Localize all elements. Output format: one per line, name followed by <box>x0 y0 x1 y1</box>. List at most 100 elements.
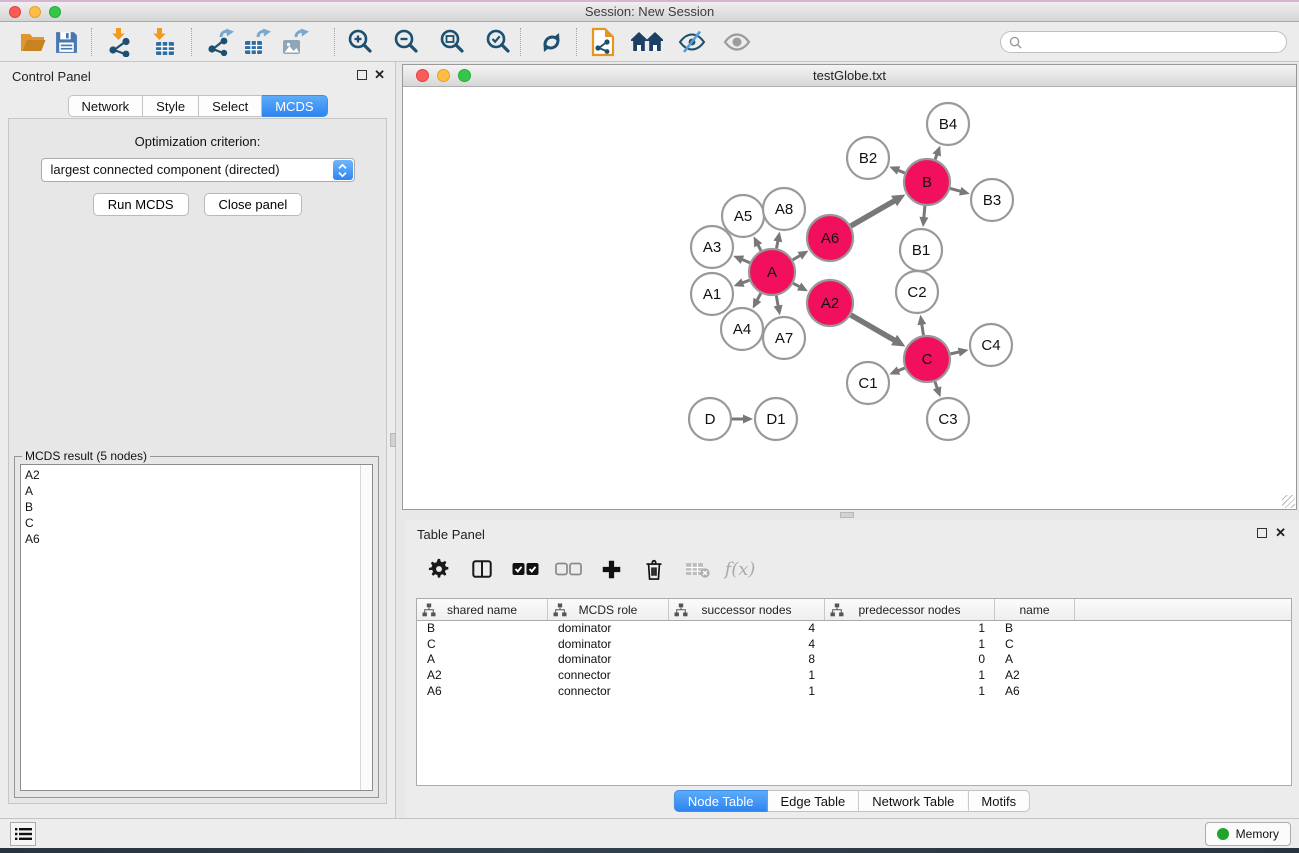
tab-mcds[interactable]: MCDS <box>262 95 327 117</box>
table-row[interactable]: A dominator 8 0 A <box>417 652 1291 668</box>
zoom-window-button[interactable] <box>49 6 61 18</box>
table-delete-column-button[interactable] <box>640 554 668 584</box>
eye-slash-icon <box>678 29 706 55</box>
close-table-panel-icon[interactable]: ✕ <box>1275 525 1286 541</box>
search-input[interactable] <box>1027 34 1278 50</box>
network-window-titlebar: testGlobe.txt <box>403 65 1296 87</box>
graph-edge-arrowhead <box>919 217 928 227</box>
criterion-selected-value: largest connected component (directed) <box>51 162 280 177</box>
export-image-button[interactable] <box>277 26 313 58</box>
zoom-selected-button[interactable] <box>480 26 516 58</box>
open-session-button[interactable] <box>15 26 51 58</box>
toolbar-separator <box>191 28 192 56</box>
graph-node-label: C4 <box>981 337 1000 354</box>
network-document-icon <box>590 27 616 57</box>
window-resize-grip[interactable] <box>1282 495 1295 508</box>
graph-node-label: A8 <box>775 201 793 218</box>
open-folder-icon <box>19 29 47 55</box>
close-window-button[interactable] <box>9 6 21 18</box>
ndex-home-button[interactable] <box>629 26 665 58</box>
graph-node-label: B3 <box>983 192 1001 209</box>
result-item[interactable]: A6 <box>25 531 358 547</box>
zoom-fit-button[interactable] <box>434 26 470 58</box>
network-view-window: testGlobe.txt AA6A2BCA5A8A3A1A4A7B4B2B3B… <box>402 64 1297 510</box>
export-table-button[interactable] <box>239 26 275 58</box>
task-history-button[interactable] <box>10 822 36 846</box>
zoom-network-window-button[interactable] <box>458 69 471 82</box>
close-panel-icon[interactable]: ✕ <box>374 67 385 83</box>
tab-edge-table[interactable]: Edge Table <box>767 790 859 812</box>
table-deselect-all-button[interactable] <box>554 554 582 584</box>
tab-style[interactable]: Style <box>143 95 199 117</box>
result-item[interactable]: C <box>25 515 358 531</box>
table-settings-button[interactable] <box>425 554 453 584</box>
graph-edge-arrowhead <box>743 415 753 424</box>
column-header-predecessor-nodes[interactable]: predecessor nodes <box>825 599 995 620</box>
column-attribute-icon <box>553 603 567 617</box>
column-header-name[interactable]: name <box>995 599 1075 620</box>
select-stepper-icon <box>333 160 353 180</box>
column-header-shared-name[interactable]: shared name <box>417 599 548 620</box>
network-graph: AA6A2BCA5A8A3A1A4A7B4B2B3B1C2C4C1C3DD1 <box>403 88 1295 509</box>
table-row[interactable]: A6 connector 1 1 A6 <box>417 684 1291 700</box>
run-mcds-button[interactable]: Run MCDS <box>93 193 189 216</box>
table-split-panel-button[interactable] <box>468 554 496 584</box>
result-item[interactable]: A <box>25 483 358 499</box>
mcds-result-list: A2 A B C A6 <box>20 464 373 791</box>
save-session-button[interactable] <box>48 26 84 58</box>
result-list-scrollbar[interactable] <box>360 465 372 790</box>
apply-layout-button[interactable] <box>533 26 569 58</box>
table-row[interactable]: C dominator 4 1 C <box>417 637 1291 653</box>
criterion-select[interactable]: largest connected component (directed) <box>41 158 355 182</box>
toolbar-search <box>1000 31 1287 53</box>
column-header-filler <box>1075 599 1291 620</box>
table-panel-title: Table Panel <box>417 527 485 542</box>
show-graphics-details-button[interactable] <box>719 26 755 58</box>
table-add-column-button[interactable] <box>597 554 625 584</box>
table-function-builder-button[interactable]: f(x) <box>726 554 754 584</box>
table-delete-table-button[interactable] <box>683 554 711 584</box>
table-row[interactable]: A2 connector 1 1 A2 <box>417 668 1291 684</box>
import-table-button[interactable] <box>144 26 180 58</box>
control-panel: Control Panel ✕ Network Style Select MCD… <box>0 62 396 818</box>
tab-network[interactable]: Network <box>67 95 143 117</box>
memory-button[interactable]: Memory <box>1205 822 1291 846</box>
close-network-window-button[interactable] <box>416 69 429 82</box>
network-canvas[interactable]: AA6A2BCA5A8A3A1A4A7B4B2B3B1C2C4C1C3DD1 <box>403 88 1296 509</box>
graph-edge-arrowhead <box>959 187 970 196</box>
close-panel-button[interactable]: Close panel <box>204 193 303 216</box>
vertical-divider-handle[interactable] <box>390 433 396 447</box>
graph-node-label: A6 <box>821 230 839 247</box>
table-select-all-button[interactable] <box>511 554 539 584</box>
tab-network-table[interactable]: Network Table <box>859 790 968 812</box>
zoom-fit-icon <box>438 28 466 56</box>
column-header-successor-nodes[interactable]: successor nodes <box>669 599 825 620</box>
open-network-document-button[interactable] <box>585 26 621 58</box>
result-item[interactable]: B <box>25 499 358 515</box>
tab-node-table[interactable]: Node Table <box>674 790 768 812</box>
graph-edge-A2-C[interactable] <box>851 315 896 341</box>
network-window-title: testGlobe.txt <box>813 68 886 83</box>
minimize-network-window-button[interactable] <box>437 69 450 82</box>
result-item[interactable]: A2 <box>25 467 358 483</box>
column-header-mcds-role[interactable]: MCDS role <box>548 599 669 620</box>
tab-select[interactable]: Select <box>199 95 262 117</box>
export-network-button[interactable] <box>202 26 238 58</box>
graph-node-label: B1 <box>912 242 930 259</box>
hide-graphics-details-button[interactable] <box>674 26 710 58</box>
float-panel-icon[interactable] <box>357 70 367 80</box>
graph-edge-A6-B[interactable] <box>851 200 896 226</box>
tab-motifs[interactable]: Motifs <box>968 790 1030 812</box>
graph-node-label: A2 <box>821 295 839 312</box>
import-network-button[interactable] <box>102 26 138 58</box>
desktop-background-strip <box>0 848 1299 853</box>
control-panel-title: Control Panel <box>12 69 91 84</box>
horizontal-divider-handle[interactable] <box>840 512 854 518</box>
zoom-out-button[interactable] <box>388 26 424 58</box>
table-row[interactable]: B dominator 4 1 B <box>417 621 1291 637</box>
graph-node-label: D <box>705 411 716 428</box>
zoom-in-button[interactable] <box>342 26 378 58</box>
minimize-window-button[interactable] <box>29 6 41 18</box>
float-table-panel-icon[interactable] <box>1257 528 1267 538</box>
list-icon <box>15 827 32 841</box>
